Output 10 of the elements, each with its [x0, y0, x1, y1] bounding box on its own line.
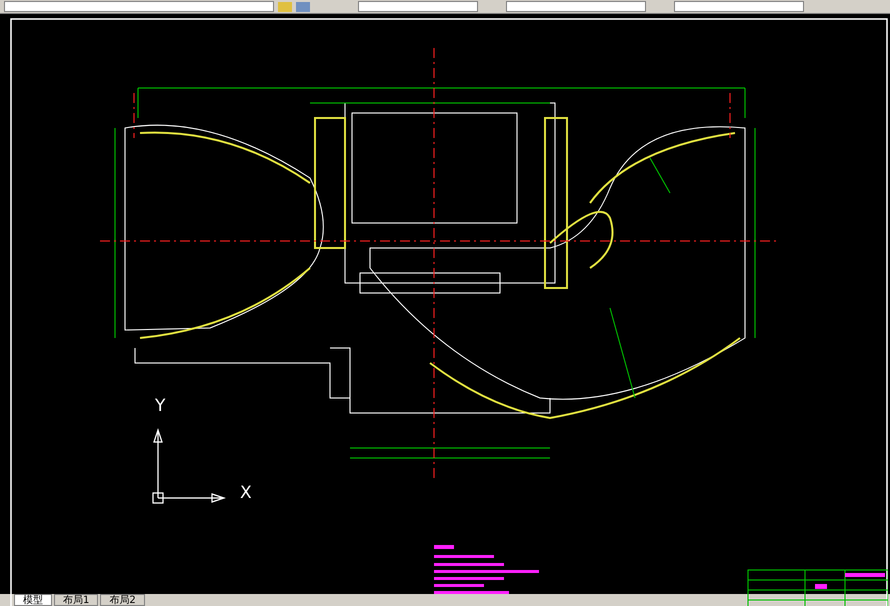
toolbar-icon[interactable] — [296, 2, 310, 12]
plotstyle-dropdown[interactable] — [674, 1, 804, 12]
layout-tab[interactable]: 布局2 — [100, 594, 145, 606]
layout-tab[interactable]: 模型 — [14, 594, 52, 606]
axis-label: Y — [155, 395, 166, 418]
layout-tab[interactable]: 布局1 — [54, 594, 98, 606]
layer-dropdown[interactable] — [4, 1, 274, 12]
lineweight-dropdown[interactable] — [506, 1, 646, 12]
linetype-dropdown[interactable] — [358, 1, 478, 12]
axis-label: X — [240, 482, 252, 505]
